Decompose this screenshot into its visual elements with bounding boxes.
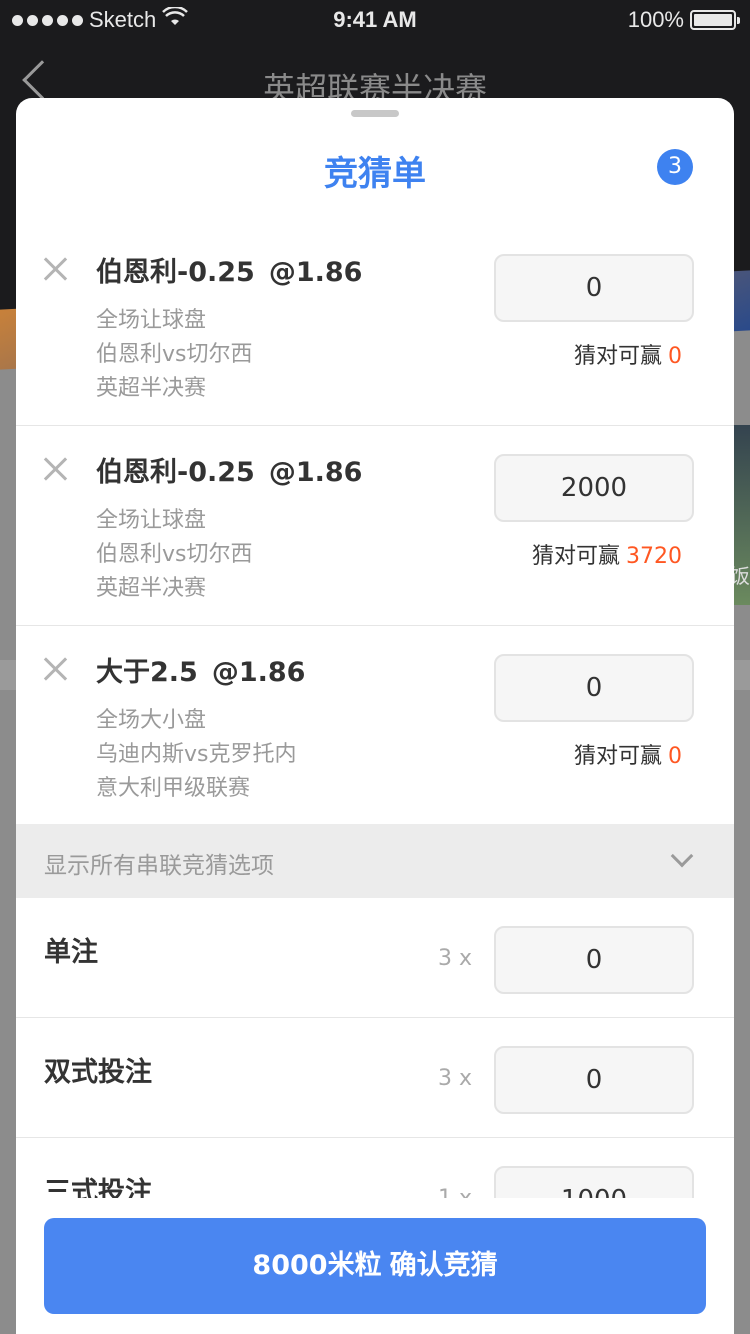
bet-odds: @1.86 <box>268 257 363 288</box>
battery-status: 100% <box>627 7 740 33</box>
bet-name: 大于2.5 <box>96 657 198 688</box>
bet-league: 意大利甲级联赛 <box>96 776 251 801</box>
parlay-row: 双式投注 3 x 0 <box>16 1018 734 1138</box>
bet-selection: 伯恩利-0.25 @1.86 <box>96 450 362 489</box>
bet-market: 全场让球盘 <box>96 308 207 333</box>
remove-bet-close-icon[interactable] <box>42 656 68 682</box>
remove-bet-close-icon[interactable] <box>42 456 68 482</box>
bet-slip-sheet: 竞猜单 3 伯恩利-0.25 @1.86 全场让球盘 伯恩利vs切尔西 英超半决赛… <box>16 98 734 1334</box>
confirm-amount: 8000米粒 <box>252 1250 382 1281</box>
remove-bet-close-icon[interactable] <box>42 256 68 282</box>
bet-name: 伯恩利-0.25 <box>96 257 255 288</box>
bet-odds: @1.86 <box>211 657 306 688</box>
bet-item: 伯恩利-0.25 @1.86 全场让球盘 伯恩利vs切尔西 英超半决赛 2000 … <box>16 426 734 626</box>
win-label: 猜对可赢 <box>573 744 662 769</box>
potential-win: 猜对可赢 0 <box>574 338 682 370</box>
show-parlay-options-toggle[interactable]: 显示所有串联竞猜选项 <box>16 824 734 898</box>
win-value: 0 <box>668 344 682 369</box>
bet-item: 伯恩利-0.25 @1.86 全场让球盘 伯恩利vs切尔西 英超半决赛 0 猜对可… <box>16 226 734 426</box>
win-label: 猜对可赢 <box>531 544 620 569</box>
bet-name: 伯恩利-0.25 <box>96 457 255 488</box>
chevron-down-icon <box>670 844 694 868</box>
bet-item: 大于2.5 @1.86 全场大小盘 乌迪内斯vs克罗托内 意大利甲级联赛 0 猜对… <box>16 626 734 824</box>
bet-odds: @1.86 <box>268 457 363 488</box>
bet-market: 全场大小盘 <box>96 708 207 733</box>
parlay-amount-input[interactable]: 0 <box>494 1046 694 1114</box>
bet-selection: 大于2.5 @1.86 <box>96 650 305 689</box>
parlay-amount-input[interactable]: 0 <box>494 926 694 994</box>
win-value: 3720 <box>626 544 682 569</box>
bet-league: 英超半决赛 <box>96 576 207 601</box>
bet-amount-input[interactable]: 0 <box>494 254 694 322</box>
parlay-multiplier: 3 x <box>438 1066 473 1091</box>
sheet-title: 竞猜单 <box>324 154 426 194</box>
bet-count-badge: 3 <box>657 149 693 185</box>
parlay-name: 双式投注 <box>44 1057 152 1088</box>
potential-win: 猜对可赢 0 <box>574 738 682 770</box>
battery-percent: 100% <box>627 7 684 32</box>
bet-match: 乌迪内斯vs克罗托内 <box>96 742 297 767</box>
status-bar: Sketch 9:41 AM 100% <box>0 0 750 40</box>
parlay-multiplier: 3 x <box>438 946 473 971</box>
confirm-bet-button[interactable]: 8000米粒 确认竞猜 <box>44 1218 706 1314</box>
bet-selection: 伯恩利-0.25 @1.86 <box>96 250 362 289</box>
win-label: 猜对可赢 <box>573 344 662 369</box>
bet-match: 伯恩利vs切尔西 <box>96 342 253 367</box>
confirm-label: 确认竞猜 <box>389 1250 498 1281</box>
bet-league: 英超半决赛 <box>96 376 207 401</box>
bet-amount-input[interactable]: 2000 <box>494 454 694 522</box>
sheet-grabber-handle[interactable] <box>351 110 399 117</box>
bet-amount-input[interactable]: 0 <box>494 654 694 722</box>
bet-match: 伯恩利vs切尔西 <box>96 542 253 567</box>
parlay-row: 单注 3 x 0 <box>16 898 734 1018</box>
parlay-toggle-label: 显示所有串联竞猜选项 <box>44 853 274 879</box>
win-value: 0 <box>668 744 682 769</box>
bet-market: 全场让球盘 <box>96 508 207 533</box>
potential-win: 猜对可赢 3720 <box>532 538 682 570</box>
battery-icon <box>690 10 740 30</box>
confirm-bar: 8000米粒 确认竞猜 <box>16 1198 734 1334</box>
parlay-name: 单注 <box>44 937 98 968</box>
